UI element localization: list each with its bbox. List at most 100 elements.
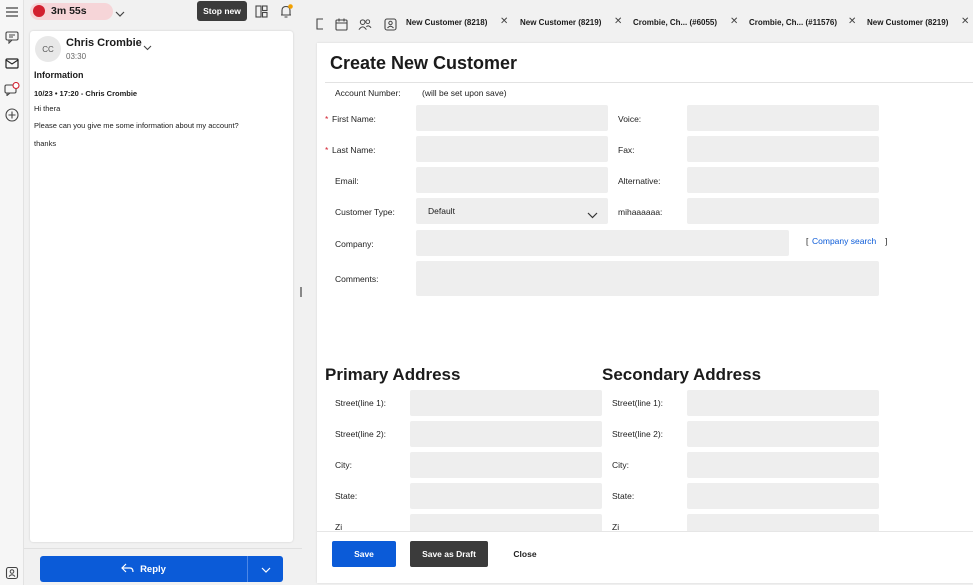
contact-card-icon[interactable] [383,17,397,31]
section-title: Information [34,70,84,80]
chat-icon[interactable] [4,29,20,45]
first-name-label: First Name: [332,114,376,124]
tab-new-customer-8219-active[interactable]: New Customer (8219) [867,18,948,27]
close-button[interactable]: Close [503,541,547,567]
street2-label: Street(line 2): [335,429,387,439]
company-label: Company: [335,239,374,249]
form-footer: Save Save as Draft Close [317,531,973,583]
timer-value: 3m 55s [51,5,87,17]
message-line: Please can you give me some information … [34,121,239,130]
close-icon[interactable]: ✕ [614,16,622,27]
tab-crombie-6055[interactable]: Crombie, Ch... (#6055) [633,18,717,27]
secondary-street2-field[interactable] [687,421,879,447]
message-meta: 10/23 • 17:20 - Chris Crombie [34,89,138,98]
message-line: Hi thera [34,104,61,113]
email-icon[interactable] [4,55,20,71]
layout-icon[interactable] [253,3,269,19]
primary-city-field[interactable] [410,452,602,478]
panel-splitter[interactable] [300,287,302,297]
calendar-icon[interactable] [334,17,348,31]
voice-field[interactable] [687,105,879,131]
voice-label: Voice: [618,114,642,124]
required-marker: * [325,145,329,155]
stop-new-button[interactable]: Stop new [197,1,247,21]
custom-field[interactable] [687,198,879,224]
customer-type-value: Default [428,206,455,216]
add-circle-icon[interactable] [4,107,20,123]
fax-field[interactable] [687,136,879,162]
comments-label: Comments: [335,274,379,284]
tab-new-customer-8218[interactable]: New Customer (8218) [406,18,487,27]
primary-state-field[interactable] [410,483,602,509]
tab-new-customer-8219[interactable]: New Customer (8219) [520,18,601,27]
street1-label: Street(line 1): [335,398,387,408]
agent-status-bar: 3m 55s Stop new [24,0,302,24]
company-field[interactable] [416,230,789,256]
page-title: Create New Customer [330,53,518,73]
state-label: State: [335,491,358,501]
divider [325,82,973,83]
chevron-down-icon [587,206,598,224]
conversation-panel: CC Chris Crombie 03:30 Information 10/23… [30,31,293,542]
bell-icon[interactable] [278,3,294,19]
save-as-draft-button[interactable]: Save as Draft [410,541,488,567]
reply-options-button[interactable] [247,556,283,582]
tab-crombie-11576[interactable]: Crombie, Ch... (#11576) [749,18,837,27]
chevron-down-icon [261,560,271,578]
customer-type-select[interactable]: Default [416,198,608,224]
save-button[interactable]: Save [332,541,396,567]
contact-name[interactable]: Chris Crombie [66,37,142,49]
reply-arrow-icon [121,563,134,576]
users-icon[interactable] [358,17,372,31]
tabs-bar: New Customer (8218) ✕ New Customer (8219… [309,10,973,38]
first-name-field[interactable] [416,105,608,131]
comments-field[interactable] [416,261,879,296]
email-label: Email: [335,176,359,186]
primary-street1-field[interactable] [410,390,602,416]
city-label: City: [335,460,352,470]
chevron-down-icon[interactable] [115,5,125,23]
secondary-city-field[interactable] [687,452,879,478]
reply-bar: Reply [24,548,302,585]
avatar: CC [35,36,61,62]
contact-card-icon[interactable] [4,565,20,581]
street1-label: Street(line 1): [612,398,664,408]
timer-badge[interactable]: 3m 55s [30,3,113,20]
last-name-label: Last Name: [332,145,376,155]
messages-alert-icon[interactable] [4,81,20,97]
create-customer-form: Create New Customer Account Number: (wil… [317,43,973,583]
account-number-value: (will be set upon save) [422,88,507,98]
left-rail [0,0,24,585]
chevron-down-icon[interactable] [143,38,152,56]
customer-type-label: Customer Type: [335,207,395,217]
city-label: City: [612,460,629,470]
hamburger-menu-icon[interactable] [4,4,20,20]
secondary-address-heading: Secondary Address [602,365,762,384]
reply-button[interactable]: Reply [40,556,247,582]
conversation-time: 03:30 [66,52,87,61]
company-search-link[interactable]: Company search [812,236,876,246]
email-field[interactable] [416,167,608,193]
state-label: State: [612,491,635,501]
message-line: thanks [34,139,57,148]
status-dot-icon [33,5,45,17]
account-number-label: Account Number: [335,88,401,98]
close-icon[interactable]: ✕ [730,16,738,27]
primary-address-heading: Primary Address [325,365,461,384]
custom-field-label: mihaaaaaa: [618,207,663,217]
reply-label: Reply [140,563,166,575]
alternative-field[interactable] [687,167,879,193]
fax-label: Fax: [618,145,635,155]
street2-label: Street(line 2): [612,429,664,439]
secondary-state-field[interactable] [687,483,879,509]
required-marker: * [325,114,329,124]
company-search-bracket: ] [885,236,888,246]
close-icon[interactable]: ✕ [848,16,856,27]
secondary-street1-field[interactable] [687,390,879,416]
close-icon[interactable]: ✕ [961,16,969,27]
close-icon[interactable]: ✕ [500,16,508,27]
last-name-field[interactable] [416,136,608,162]
panel-toggle-icon[interactable] [313,17,327,31]
company-search-bracket: [ [806,236,809,246]
primary-street2-field[interactable] [410,421,602,447]
